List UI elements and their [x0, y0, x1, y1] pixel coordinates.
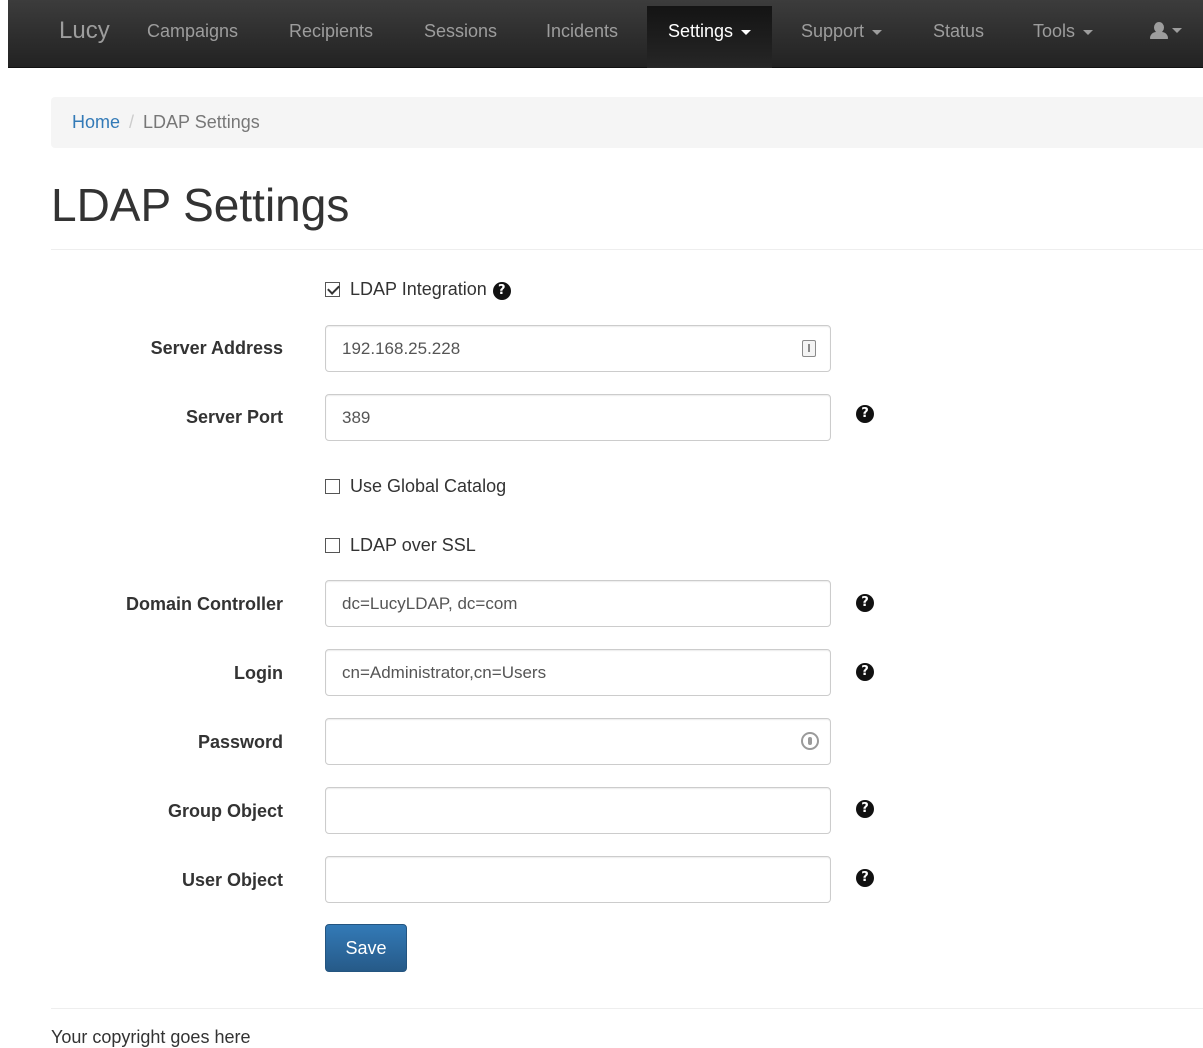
- server-address-label: Server Address: [150, 338, 283, 358]
- nav-recipients[interactable]: Recipients: [289, 21, 373, 42]
- save-button[interactable]: Save: [325, 924, 407, 972]
- nav-tools-dropdown[interactable]: Tools: [1033, 21, 1094, 42]
- question-circle-icon[interactable]: ?: [856, 594, 874, 612]
- server-address-input[interactable]: [325, 325, 831, 372]
- footer-divider: [51, 1008, 1203, 1009]
- nav-status[interactable]: Status: [933, 21, 984, 42]
- user-object-input[interactable]: [325, 856, 831, 903]
- nav-tools-label: Tools: [1033, 21, 1076, 41]
- caret-down-icon: [872, 29, 883, 35]
- nav-incidents[interactable]: Incidents: [546, 21, 618, 42]
- nav-sessions[interactable]: Sessions: [424, 21, 497, 42]
- nav-support-dropdown[interactable]: Support: [801, 21, 883, 42]
- question-circle-icon[interactable]: ?: [856, 869, 874, 887]
- user-icon-body: [1150, 32, 1168, 39]
- login-input[interactable]: [325, 649, 831, 696]
- ldap-over-ssl-row: LDAP over SSL: [325, 535, 476, 556]
- breadcrumb-current: LDAP Settings: [143, 112, 260, 132]
- group-object-label: Group Object: [167, 801, 283, 821]
- password-label: Password: [197, 732, 283, 752]
- question-circle-icon[interactable]: ?: [492, 282, 511, 300]
- domain-controller-input[interactable]: [325, 580, 831, 627]
- ldap-integration-checkbox[interactable]: [325, 282, 340, 297]
- footer-copyright: Your copyright goes here: [51, 1027, 251, 1047]
- use-global-catalog-checkbox[interactable]: [325, 479, 340, 494]
- autofill-icon[interactable]: [802, 340, 816, 357]
- breadcrumb: Home / LDAP Settings: [51, 97, 1203, 148]
- caret-down-icon: [741, 29, 752, 35]
- use-global-catalog-label: Use Global Catalog: [350, 476, 507, 496]
- question-circle-icon[interactable]: ?: [856, 405, 874, 423]
- ldap-integration-row: LDAP Integration?: [325, 279, 511, 300]
- ldap-integration-label: LDAP Integration: [350, 279, 487, 299]
- question-circle-icon[interactable]: ?: [856, 663, 874, 681]
- top-navbar: Lucy Campaigns Recipients Sessions Incid…: [8, 0, 1203, 68]
- domain-controller-label: Domain Controller: [125, 594, 283, 614]
- server-port-label: Server Port: [185, 407, 283, 427]
- breadcrumb-separator: /: [129, 112, 135, 132]
- title-divider: [51, 249, 1203, 250]
- ldap-over-ssl-checkbox[interactable]: [325, 538, 340, 553]
- use-global-catalog-row: Use Global Catalog: [325, 476, 506, 497]
- user-object-label: User Object: [181, 870, 283, 890]
- nav-settings-label: Settings: [668, 21, 734, 41]
- ldap-over-ssl-label: LDAP over SSL: [350, 535, 476, 555]
- page-title: LDAP Settings: [51, 179, 350, 231]
- nav-settings-dropdown[interactable]: Settings: [647, 6, 773, 68]
- nav-support-label: Support: [801, 21, 865, 41]
- brand-logo[interactable]: Lucy: [59, 17, 110, 45]
- group-object-input[interactable]: [325, 787, 831, 834]
- caret-down-icon: [1172, 28, 1182, 33]
- breadcrumb-home-link[interactable]: Home: [72, 112, 120, 132]
- password-manager-icon[interactable]: [801, 732, 819, 750]
- password-input[interactable]: [325, 718, 831, 765]
- server-port-input[interactable]: [325, 394, 831, 441]
- caret-down-icon: [1083, 29, 1094, 35]
- user-menu[interactable]: [1150, 22, 1182, 44]
- question-circle-icon[interactable]: ?: [856, 800, 874, 818]
- login-label: Login: [234, 663, 283, 683]
- nav-campaigns[interactable]: Campaigns: [147, 21, 238, 42]
